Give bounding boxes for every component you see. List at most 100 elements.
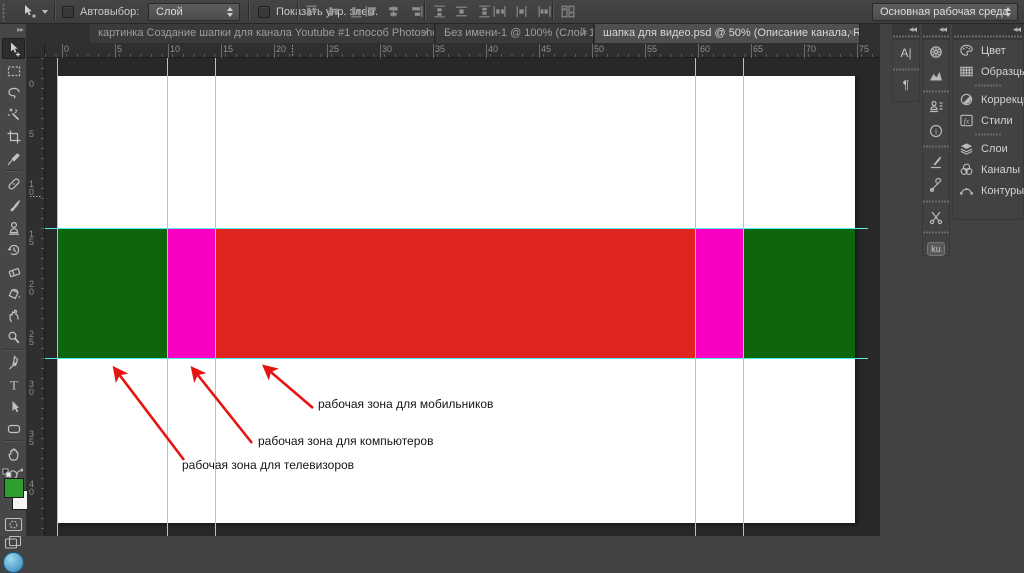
histogram-panel-button[interactable] [923, 64, 949, 88]
rectangular-marquee-tool[interactable] [2, 60, 25, 81]
color-panel-button[interactable]: Цвет [953, 40, 1023, 61]
hand-tool[interactable] [2, 443, 25, 464]
adjustments-panel-button[interactable]: Коррекция [953, 89, 1024, 110]
paragraph-panel-button[interactable]: ¶ [893, 73, 919, 97]
align-horizontal-centers-icon[interactable] [386, 4, 403, 19]
auto-select-target-dropdown[interactable]: Слой [148, 3, 240, 21]
align-buttons-group-2 [364, 4, 427, 22]
vertical-ruler[interactable]: 0 5 10 15 20 25 30 35 40 [27, 58, 45, 536]
dock-header[interactable]: ◂◂ [893, 24, 919, 40]
tab-shapka-video-psd[interactable]: шапка для видео.psd @ 50% (Описание кана… [595, 24, 860, 43]
panel-drag-handle[interactable] [975, 131, 1001, 138]
annotation-arrows [112, 364, 314, 461]
smudge-tool[interactable] [2, 305, 25, 326]
panel-drag-handle[interactable] [893, 66, 919, 73]
measurement-panel-button[interactable] [923, 205, 949, 229]
panel-drag-handle[interactable] [923, 229, 949, 236]
paint-bucket-tool[interactable] [2, 283, 25, 304]
crop-tool[interactable] [2, 126, 25, 147]
paths-panel-button[interactable]: Контуры [953, 180, 1024, 201]
tool-presets-panel-button[interactable] [923, 174, 949, 198]
brush-presets-panel-button[interactable] [923, 150, 949, 174]
swap-colors-icon[interactable] [15, 468, 26, 478]
clone-source-panel-button[interactable] [923, 95, 949, 119]
show-transform-controls-checkbox[interactable] [258, 6, 270, 18]
panel-drag-handle[interactable] [975, 82, 1001, 89]
workspace-dropdown[interactable]: Основная рабочая среда [872, 3, 1018, 21]
ruler-tick-label: 15 [29, 229, 35, 247]
tab-youtube-png[interactable]: картинка Создание шапки для канала Youtu… [90, 24, 435, 43]
clone-stamp-tool[interactable] [2, 217, 25, 238]
ruler-tick-label: 30 [379, 44, 393, 58]
dodge-tool[interactable] [2, 327, 25, 348]
history-brush-tool[interactable] [2, 239, 25, 260]
panel-drag-handle[interactable] [923, 88, 949, 95]
navigator-panel-button[interactable] [923, 40, 949, 64]
quick-mask-icon[interactable] [4, 517, 23, 532]
separator [4, 170, 23, 171]
lasso-tool[interactable] [2, 82, 25, 103]
svg-text:i: i [935, 126, 938, 136]
move-tool-option-icon [20, 4, 38, 25]
swatches-panel-button[interactable]: Образцы [953, 61, 1024, 82]
styles-panel-button[interactable]: fx Стили [953, 110, 1023, 131]
ruler-tick-label: 65 [750, 44, 764, 58]
move-tool[interactable] [2, 38, 25, 59]
color-palette-icon [960, 44, 973, 56]
auto-align-layers-icon[interactable] [560, 4, 577, 19]
healing-brush-tool[interactable] [2, 173, 25, 194]
ruler-tick-label: 15 [220, 44, 234, 58]
dock-header[interactable]: ◂◂ [953, 24, 1023, 40]
channels-panel-button[interactable]: Каналы [953, 159, 1023, 180]
info-panel-button[interactable]: i [923, 119, 949, 143]
collapse-dock-icon[interactable]: ◂◂ [939, 24, 947, 35]
pen-tool[interactable] [2, 352, 25, 373]
collapse-dock-icon[interactable]: ◂◂ [1013, 24, 1021, 35]
tab-title: Без имени-1 @ 100% (Слой 1, RGB/1... [444, 27, 593, 39]
panel-drag-handle[interactable] [923, 198, 949, 205]
label-mobile-zone: рабочая зона для мобильников [318, 397, 494, 411]
ruler-tick-label: 40 [29, 479, 35, 497]
rounded-rectangle-tool[interactable] [2, 418, 25, 439]
ruler-origin-corner[interactable] [27, 43, 45, 58]
ruler-tick-label: 35 [29, 429, 35, 447]
type-tool[interactable]: T [2, 374, 25, 395]
close-icon[interactable]: × [582, 24, 588, 43]
distribute-top-edges-icon[interactable] [432, 4, 449, 19]
align-top-edges-icon[interactable] [304, 4, 321, 19]
kuler-panel-button[interactable]: ku [923, 236, 949, 262]
align-left-edges-icon[interactable] [364, 4, 381, 19]
layers-panel-button[interactable]: Слои [953, 138, 1023, 159]
horizontal-ruler[interactable]: 0 5 10 15 20 25 30 35 40 45 50 55 60 65 70 75 [45, 43, 880, 58]
brush-presets-icon [931, 156, 942, 169]
magic-wand-tool[interactable] [2, 104, 25, 125]
tool-presets-icon [929, 178, 942, 193]
foreground-color-swatch[interactable] [4, 478, 24, 498]
character-panel-button[interactable]: A| [893, 40, 919, 66]
close-icon[interactable]: × [423, 24, 429, 43]
tool-preset-arrow-icon[interactable] [42, 10, 48, 14]
distribute-horizontal-centers-icon[interactable] [514, 4, 531, 19]
eraser-tool[interactable] [2, 261, 25, 282]
screen-mode-circle-icon[interactable] [3, 552, 24, 573]
path-selection-tool[interactable] [2, 396, 25, 417]
default-colors-icon[interactable] [2, 468, 12, 478]
screen-mode-icon[interactable] [4, 535, 22, 550]
eyedropper-tool[interactable] [2, 148, 25, 169]
canvas[interactable]: рабочая зона для мобильников рабочая зон… [57, 76, 855, 523]
tools-collapse-button[interactable]: ▸▸ [0, 24, 26, 36]
distribute-vertical-centers-icon[interactable] [454, 4, 471, 19]
dock-header[interactable]: ◂◂ [923, 24, 949, 40]
tools-panel: ▸▸ T [0, 24, 32, 573]
close-icon[interactable]: × [848, 24, 854, 43]
auto-select-checkbox[interactable] [62, 6, 74, 18]
align-vertical-centers-icon[interactable] [326, 4, 343, 19]
ruler-tick-label: 20 [29, 279, 35, 297]
panel-dock: ◂◂ A| ¶ ◂◂ i ku ◂◂ Цвет Образцы Коррекц … [880, 24, 1024, 536]
ruler-tick-label: 35 [432, 44, 446, 58]
brush-tool[interactable] [2, 195, 25, 216]
panel-drag-handle[interactable] [923, 143, 949, 150]
collapse-dock-icon[interactable]: ◂◂ [909, 24, 917, 35]
distribute-left-edges-icon[interactable] [492, 4, 509, 19]
tab-untitled-1[interactable]: Без имени-1 @ 100% (Слой 1, RGB/1... × [436, 24, 594, 43]
